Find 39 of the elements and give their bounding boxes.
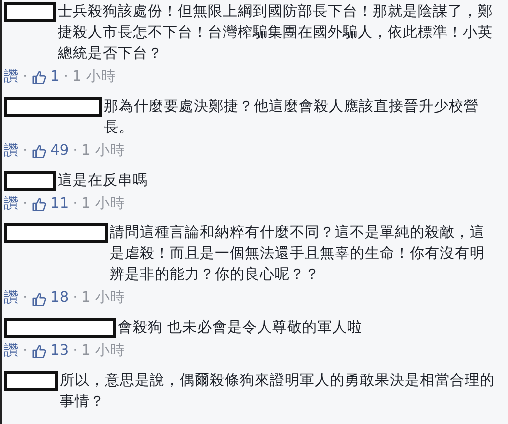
redaction-box: [4, 170, 56, 190]
thumbs-up-icon: [32, 344, 47, 360]
comment-text: 會殺狗 也未必會是令人尊敬的軍人啦: [118, 318, 364, 338]
separator-dot: ·: [23, 194, 28, 214]
like-link[interactable]: 讚: [4, 341, 19, 363]
separator-dot: ·: [64, 68, 68, 87]
separator-dot: ·: [73, 194, 78, 214]
like-link[interactable]: 讚: [4, 194, 19, 216]
comment-text: 請問這種言論和納粹有什麼不同？這不是單純的殺敵，這是虐殺！而且是一個無法還手且無辜的生命！你有沒有明辨是非的能力？你的良心呢？？: [110, 224, 486, 286]
separator-dot: ·: [23, 68, 28, 87]
comment-text: 士兵殺狗該處份！但無限上綱到國防部長下台！那就是陰謀了，鄭捷殺人市長怎不下台！台灣榨騙集團在國外騙人，依此標準！小英總統是否下台？: [58, 2, 494, 64]
like-count: 11: [50, 194, 70, 214]
comment-time: 1 小時: [82, 194, 126, 214]
separator-dot: ·: [23, 289, 28, 308]
thumbs-up-icon: [32, 196, 47, 212]
like-link[interactable]: 讚: [4, 288, 19, 310]
like-count: 13: [50, 342, 70, 361]
like-count: 1: [50, 68, 60, 87]
comment-time: 1 小時: [82, 342, 126, 361]
like-link[interactable]: 讚: [4, 67, 19, 89]
comment-time: 1 小時: [72, 68, 116, 87]
comment-text: 這是在反串嗎: [58, 172, 149, 190]
separator-dot: ·: [73, 142, 78, 161]
separator-dot: ·: [73, 289, 78, 308]
redaction-box: [4, 2, 56, 22]
comment-time: 1 小時: [82, 142, 126, 161]
thumbs-up-icon: [32, 292, 47, 307]
like-link[interactable]: 讚: [4, 140, 19, 162]
like-count: 18: [50, 289, 70, 308]
thumbs-up-icon: [32, 70, 47, 86]
separator-dot: ·: [23, 342, 28, 361]
comment-text: 那為什麼要處決鄭捷？他這麼會殺人應該直接晉升少校營長。: [104, 98, 480, 138]
separator-dot: ·: [73, 342, 78, 361]
redaction-box: [4, 370, 58, 391]
like-count: 49: [50, 142, 70, 161]
comment-time: 1 小時: [82, 289, 126, 308]
thumbs-up-icon: [32, 144, 47, 160]
separator-dot: ·: [23, 142, 28, 161]
comment-text: 所以，意思是說，偶爾殺條狗來證明軍人的勇敢果決是相當合理的事情？: [60, 372, 496, 412]
